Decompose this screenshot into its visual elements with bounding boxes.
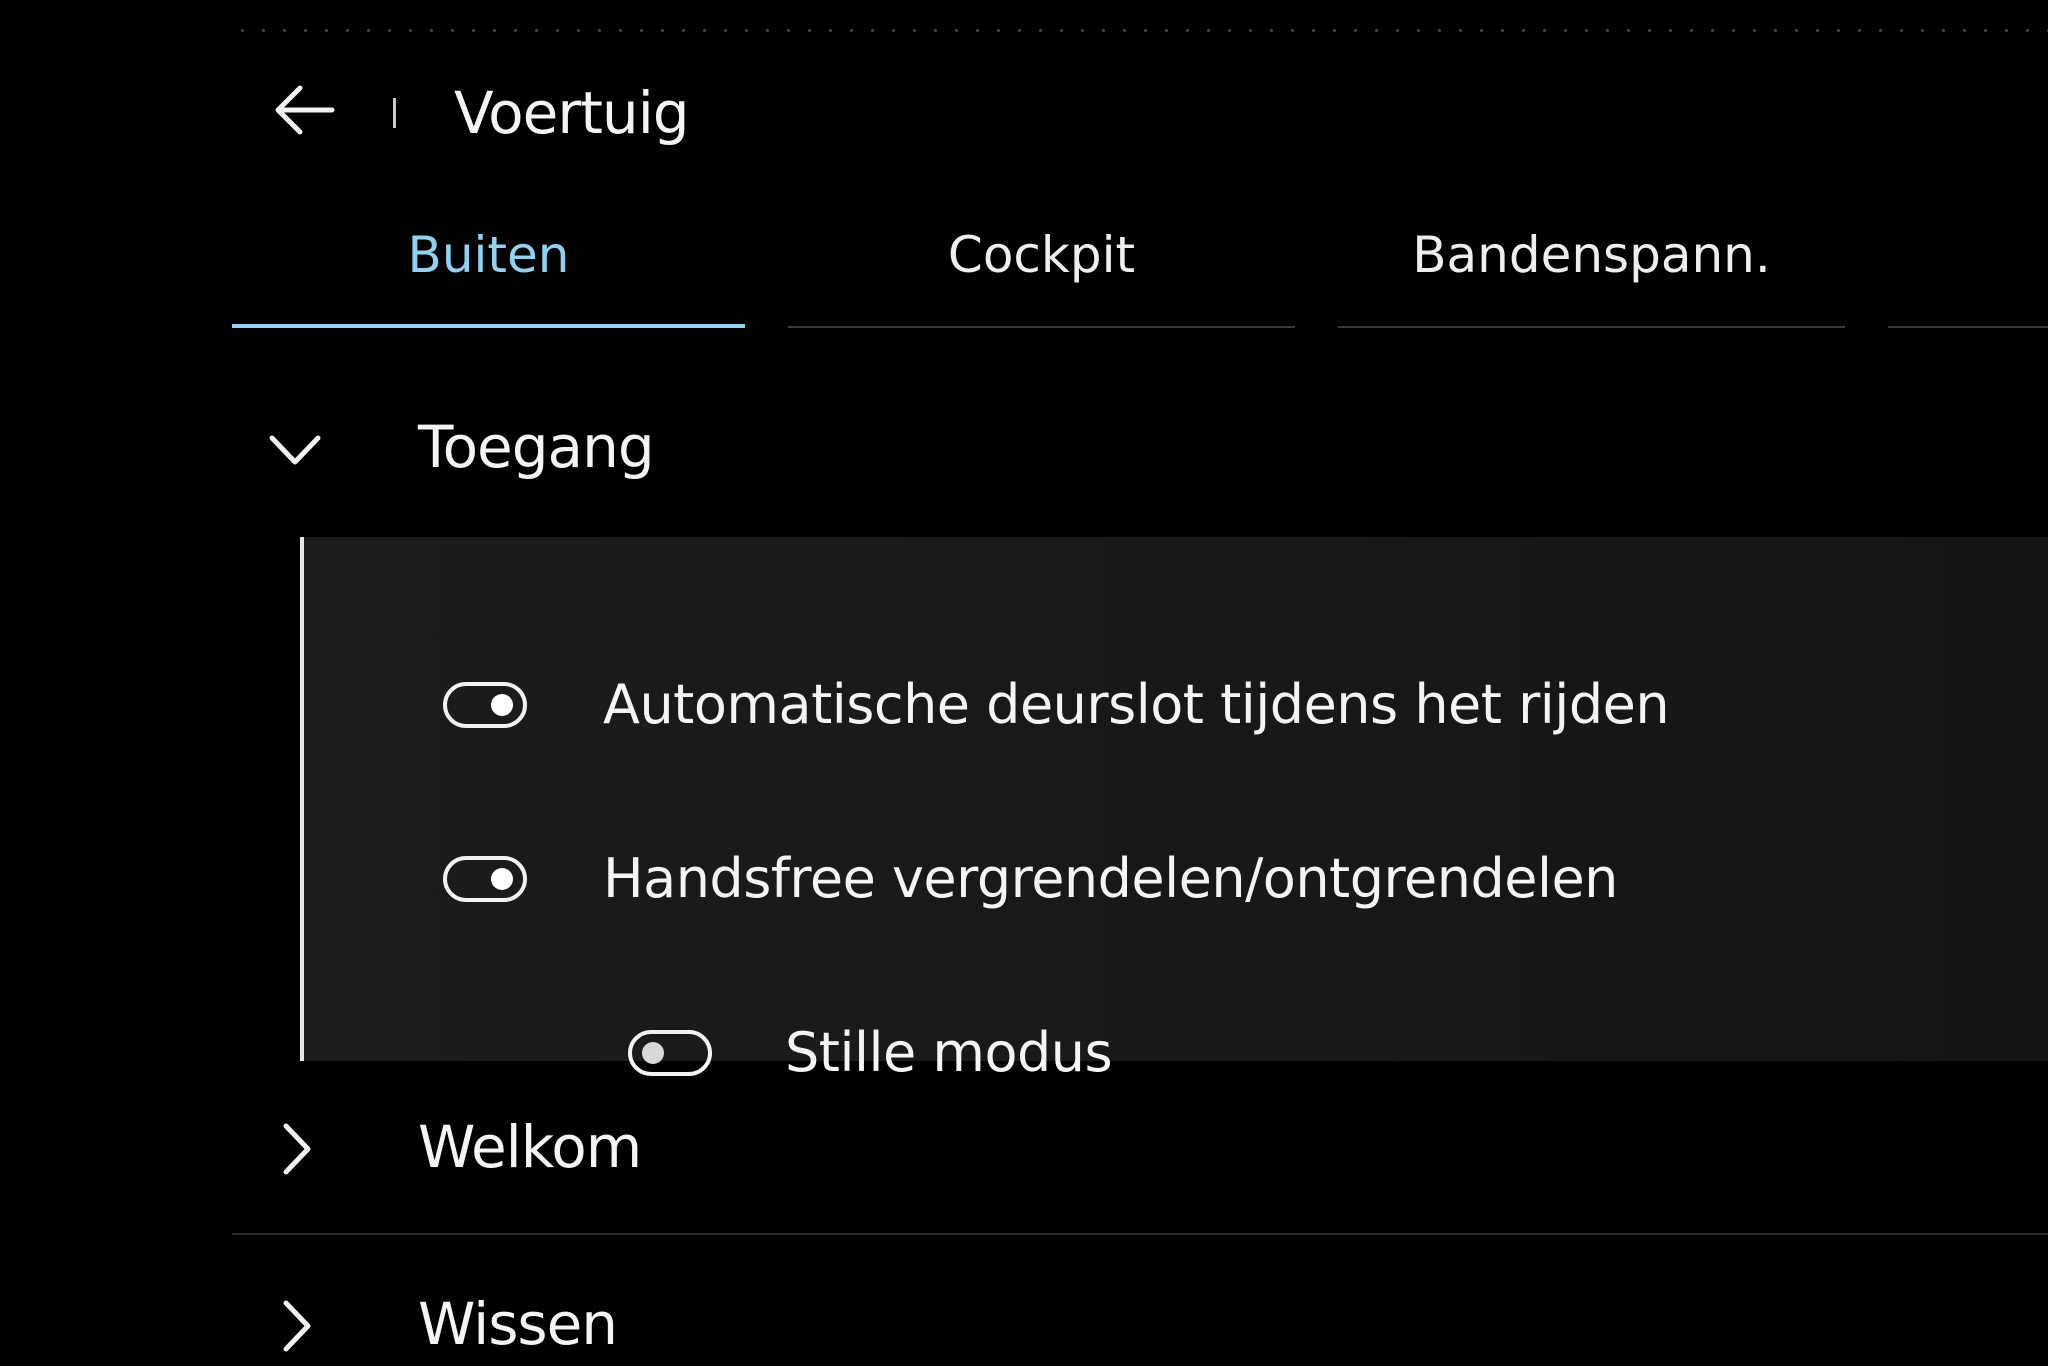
page-title: Voertuig: [454, 79, 690, 147]
arrow-left-icon: [275, 85, 335, 135]
toggle-knob: [491, 868, 513, 890]
panel-indent-bar: [300, 537, 304, 1061]
tab-indicator: [232, 324, 745, 328]
setting-label: Stille modus: [785, 1021, 1113, 1084]
tab-underline: [1338, 326, 1845, 328]
top-dotted-border: [232, 29, 2048, 32]
back-button[interactable]: [270, 82, 336, 138]
section-toegang-header[interactable]: Toegang: [232, 398, 2048, 498]
toggle-knob: [642, 1042, 664, 1064]
tab-buiten[interactable]: Buiten: [232, 218, 745, 328]
setting-label: Handsfree vergrendelen/ontgrendelen: [603, 847, 1618, 910]
tab-label: Buiten: [407, 226, 570, 284]
chevron-right-icon: [283, 1300, 311, 1352]
tab-label: Bandenspann.: [1412, 226, 1771, 284]
tab-bandenspann[interactable]: Bandenspann.: [1338, 218, 1845, 328]
chevron-down-icon: [269, 435, 321, 465]
tab-label: Cockpit: [947, 226, 1136, 284]
section-label: Toegang: [418, 413, 655, 481]
section-wissen-header[interactable]: Wissen: [232, 1275, 2048, 1366]
stille-modus-toggle[interactable]: [628, 1030, 712, 1076]
section-welkom-header[interactable]: Welkom: [232, 1098, 2048, 1198]
tab-underline: [1888, 326, 2048, 328]
setting-handsfree[interactable]: Handsfree vergrendelen/ontgrendelen: [440, 834, 1940, 924]
handsfree-toggle[interactable]: [443, 856, 527, 902]
section-label: Welkom: [418, 1113, 642, 1181]
chevron-right-icon: [283, 1123, 311, 1175]
section-label: Wissen: [418, 1290, 618, 1358]
tab-cockpit[interactable]: Cockpit: [788, 218, 1295, 328]
header-separator: [393, 98, 396, 128]
setting-auto-lock[interactable]: Automatische deurslot tijdens het rijden: [440, 660, 1940, 750]
tab-underline: [788, 326, 1295, 328]
section-divider: [232, 1233, 2048, 1235]
auto-lock-toggle[interactable]: [443, 682, 527, 728]
setting-label: Automatische deurslot tijdens het rijden: [603, 673, 1670, 736]
setting-stille-modus[interactable]: Stille modus: [625, 1008, 1525, 1098]
section-toegang-panel: Automatische deurslot tijdens het rijden…: [300, 537, 2048, 1084]
tab-next-partial[interactable]: [1888, 218, 2048, 328]
toggle-knob: [491, 694, 513, 716]
